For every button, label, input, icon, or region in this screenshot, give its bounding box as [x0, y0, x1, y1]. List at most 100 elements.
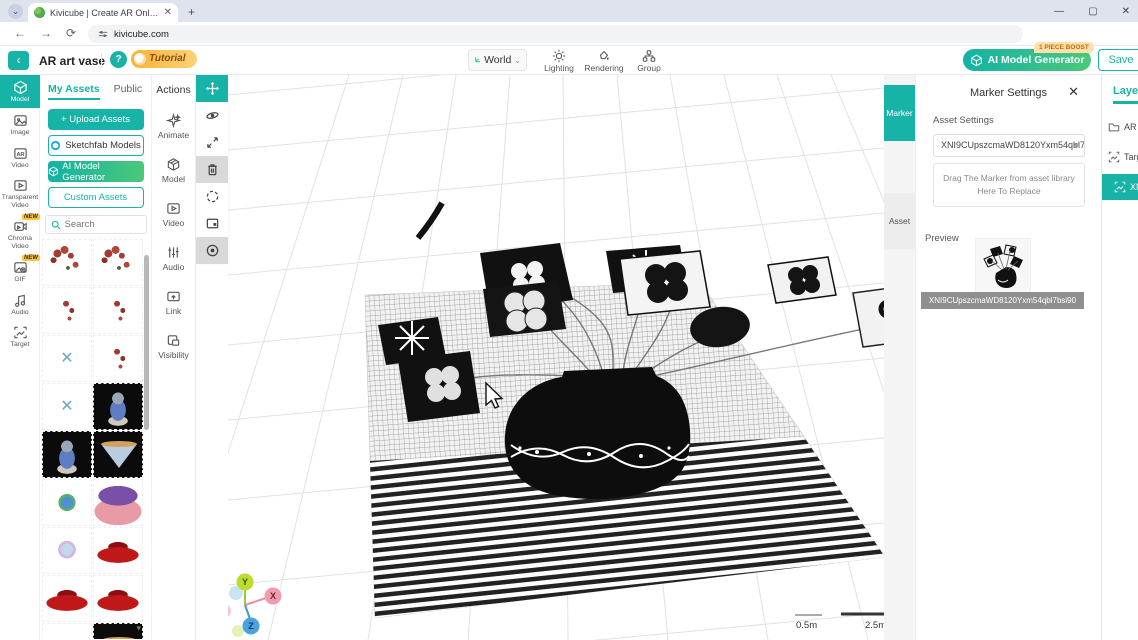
- marker-dropzone[interactable]: Drag The Marker from asset library Here …: [933, 163, 1085, 207]
- scale-ruler: 0.5m 2.5m: [795, 614, 884, 631]
- reload-icon[interactable]: ⟳: [66, 26, 76, 40]
- asset-thumbnail-flower-sprig[interactable]: [93, 335, 143, 382]
- action-video[interactable]: Video: [152, 201, 195, 228]
- delete-tool[interactable]: [196, 156, 228, 183]
- asset-thumbnail-astronaut[interactable]: [93, 383, 143, 430]
- tab-public[interactable]: Public: [114, 83, 143, 100]
- play-video-icon: [13, 178, 28, 193]
- tab-layer[interactable]: Layer: [1113, 85, 1138, 104]
- scrollbar-thumb[interactable]: [144, 255, 149, 430]
- action-link[interactable]: Link: [152, 289, 195, 316]
- flower-sprig-thumb-graphic: [43, 288, 91, 333]
- tab-my-assets[interactable]: My Assets: [48, 83, 100, 100]
- asset-thumbnail-flower-branch[interactable]: [42, 239, 92, 286]
- tab-search-button[interactable]: ⌄: [8, 4, 23, 19]
- sun-icon: [552, 49, 566, 63]
- search-input[interactable]: [65, 219, 140, 230]
- asset-thumbnail-ball[interactable]: [42, 623, 92, 639]
- snapshot-tool[interactable]: [196, 210, 228, 237]
- chevron-down-icon: ▼: [1072, 135, 1080, 156]
- site-info-icon[interactable]: [98, 29, 108, 39]
- forward-nav-icon[interactable]: →: [40, 26, 52, 40]
- custom-assets-button[interactable]: Custom Assets: [48, 187, 144, 208]
- paint-bucket-icon: [597, 49, 611, 63]
- group-button[interactable]: Group: [626, 47, 672, 73]
- back-nav-icon[interactable]: ←: [14, 26, 26, 40]
- save-button[interactable]: Save: [1098, 49, 1138, 71]
- asset-thumbnail-flower-sprig[interactable]: [93, 287, 143, 334]
- asset-thumbnail-car[interactable]: [93, 575, 143, 622]
- marker-preview-image[interactable]: [975, 238, 1031, 296]
- search-box[interactable]: [45, 215, 147, 234]
- tab-marker[interactable]: Marker: [884, 85, 915, 141]
- layer-row-marker-selected[interactable]: XNI9CUpszcma: [1102, 174, 1138, 200]
- sidebar-item-ar-video[interactable]: AR Video: [0, 141, 40, 174]
- action-animate[interactable]: Animate: [152, 113, 195, 140]
- focus-tool[interactable]: [196, 183, 228, 210]
- upload-assets-button[interactable]: + Upload Assets: [48, 109, 144, 130]
- visibility-tool[interactable]: [196, 237, 228, 264]
- asset-settings-label: Asset Settings: [933, 115, 1101, 126]
- move-tool[interactable]: [196, 75, 228, 102]
- flower-sprig-thumb-graphic: [94, 336, 142, 381]
- lighting-label: Lighting: [536, 63, 582, 73]
- sidebar-item-target[interactable]: Target: [0, 320, 40, 353]
- back-button[interactable]: ‹: [8, 51, 29, 70]
- layer-row-project[interactable]: AR art vase: [1102, 114, 1138, 140]
- viewport-3d[interactable]: Y X Z 0.5m 2.5m: [228, 75, 884, 640]
- world-dropdown[interactable]: World ⌄: [468, 49, 527, 71]
- asset-thumbnail-x-mark[interactable]: [42, 335, 92, 382]
- asset-thumbnail-flower-branch[interactable]: [93, 239, 143, 286]
- asset-thumbnail-globe[interactable]: [42, 479, 92, 526]
- asset-thumbnail-car[interactable]: [93, 527, 143, 574]
- action-model[interactable]: Model: [152, 157, 195, 184]
- lighting-button[interactable]: Lighting: [536, 47, 582, 73]
- tab-close-icon[interactable]: ✕: [164, 7, 172, 18]
- tutorial-button[interactable]: Tutorial: [131, 50, 197, 68]
- rendering-button[interactable]: Rendering: [581, 47, 627, 73]
- layer-row-target[interactable]: Target: [1102, 144, 1138, 170]
- marker-preview-name: XNI9CUpszcmaWD8120Yxm54qbl7bsi90: [921, 292, 1084, 309]
- sidebar-item-image[interactable]: Image: [0, 108, 40, 141]
- sidebar-item-gif[interactable]: NEW GIF: [0, 255, 40, 288]
- asset-thumbnail-snowglobe[interactable]: [42, 527, 92, 574]
- asset-thumbnail-astronaut[interactable]: [42, 431, 92, 478]
- close-icon[interactable]: ✕: [1068, 84, 1079, 100]
- tab-asset[interactable]: Asset: [884, 193, 915, 249]
- asset-thumbnail-flower-sprig[interactable]: [42, 287, 92, 334]
- sketchfab-models-button[interactable]: Sketchfab Models: [48, 135, 144, 156]
- help-button[interactable]: ?: [110, 51, 127, 68]
- left-sidebar: Model Image AR Video Transparent Video N…: [0, 75, 40, 640]
- window-close-button[interactable]: ✕: [1122, 6, 1130, 17]
- window-maximize-button[interactable]: ▢: [1088, 6, 1097, 17]
- target-marker-icon: [1108, 151, 1120, 163]
- action-audio[interactable]: Audio: [152, 245, 195, 272]
- asset-thumbnail-cone[interactable]: [93, 431, 143, 478]
- action-visibility[interactable]: Visibility: [152, 333, 195, 360]
- scroll-more-icon[interactable]: ▾: [136, 623, 141, 634]
- svg-text:AR: AR: [16, 151, 24, 157]
- scale-large-label: 2.5m: [865, 620, 884, 631]
- scale-tool[interactable]: [196, 129, 228, 156]
- sparkle-icon: [166, 113, 181, 128]
- browser-tab[interactable]: Kivicube | Create AR Online - ✕: [28, 3, 178, 22]
- address-bar[interactable]: kivicube.com: [88, 25, 1023, 43]
- window-minimize-button[interactable]: —: [1054, 6, 1064, 17]
- axis-x-label: X: [270, 591, 276, 601]
- axis-gizmo[interactable]: Y X Z: [228, 574, 282, 638]
- asset-thumbnail-x-mark[interactable]: [42, 383, 92, 430]
- cube-icon: [970, 54, 983, 67]
- sidebar-item-chroma-video[interactable]: NEW Chroma Video: [0, 214, 40, 255]
- cube-icon: [48, 166, 59, 177]
- asset-thumbnail-car[interactable]: [42, 575, 92, 622]
- sidebar-item-transparent-video[interactable]: Transparent Video: [0, 173, 40, 214]
- sidebar-item-model[interactable]: Model: [0, 75, 40, 108]
- divider: [101, 53, 102, 68]
- new-tab-button[interactable]: +: [188, 5, 195, 19]
- asset-thumbnail-cake[interactable]: [93, 479, 143, 526]
- rotate-icon: [205, 108, 220, 123]
- rotate-tool[interactable]: [196, 102, 228, 129]
- ai-model-generator-asset-button[interactable]: AI Model Generator: [48, 161, 144, 182]
- sidebar-item-audio[interactable]: Audio: [0, 288, 40, 321]
- marker-asset-dropdown[interactable]: XNI9CUpszcmaWD8120Yxm54qbl7... ▼: [933, 134, 1085, 157]
